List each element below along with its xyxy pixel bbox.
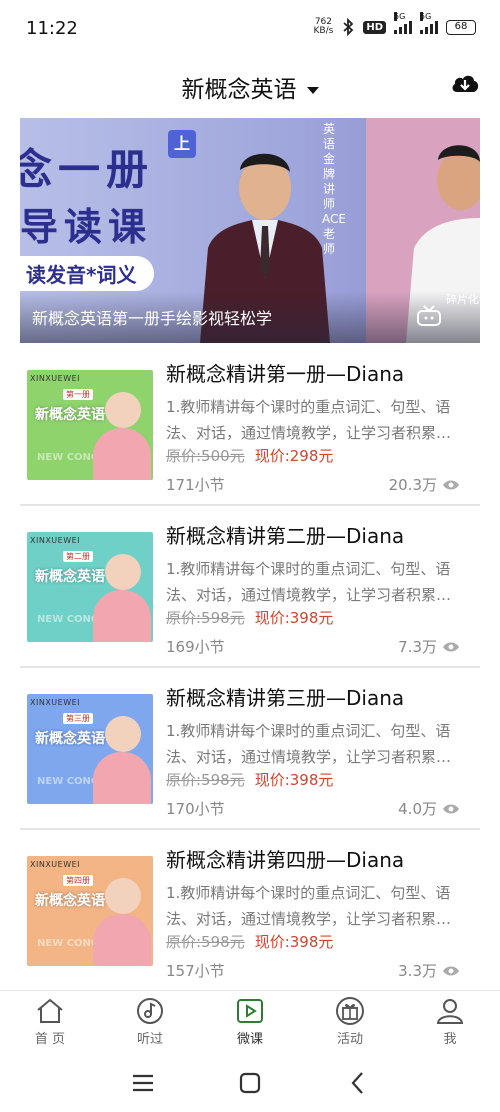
course-desc: 1.教师精讲每个课时的重点词汇、句型、语法、对话，通过情境教学，让学习者积累… [166, 398, 452, 442]
course-thumbnail: XINXUEWEI 第四册 新概念英语 NEW CONCEPT [27, 856, 153, 966]
course-item[interactable]: XINXUEWEI 第一册 新概念英语 NEW CONCEPT 新概念精讲第一册… [20, 344, 480, 506]
course-desc: 1.教师精讲每个课时的重点词汇、句型、语法、对话，通过情境教学，让学习者积累… [166, 884, 452, 928]
lesson-count: 157小节 [166, 962, 225, 980]
music-disc-icon [137, 998, 163, 1024]
price-row: 原价:598元 现价:398元 [166, 931, 333, 952]
hd-badge: HD [363, 20, 386, 34]
bottom-tab-bar: 首 页 听过 微课 活动 我 [0, 990, 500, 1052]
eye-icon [443, 966, 459, 975]
signal-icon: 5G [394, 12, 412, 34]
home-icon [37, 998, 63, 1023]
tv-icon [417, 305, 441, 326]
tab-micro-course[interactable]: 微课 [220, 997, 280, 1047]
tab-activity[interactable]: 活动 [320, 997, 380, 1047]
course-thumbnail: XINXUEWEI 第二册 新概念英语 NEW CONCEPT [27, 532, 153, 642]
video-play-icon [237, 999, 263, 1023]
course-desc: 1.教师精讲每个课时的重点词汇、句型、语法、对话，通过情境教学，让学习者积累… [166, 722, 452, 766]
person-icon [436, 999, 464, 1024]
banner-side-caption: 碎片化词 [446, 293, 480, 306]
eye-icon [443, 480, 459, 489]
banner-title-line1: 念一册 [20, 145, 155, 194]
back-icon[interactable] [345, 1070, 371, 1096]
view-count: 7.3万 [398, 636, 460, 657]
page-title: 新概念英语 [181, 77, 297, 103]
course-title: 新概念精讲第四册—Diana [166, 848, 405, 872]
status-icons: 762 KB/s HD 5G 5G 68 [313, 12, 476, 36]
status-bar: 11:22 762 KB/s HD 5G 5G 68 [0, 0, 500, 62]
original-price: 原价:598元 [166, 771, 245, 789]
teacher-avatar [105, 554, 141, 590]
course-title: 新概念精讲第一册—Diana [166, 362, 405, 386]
current-price: 现价:398元 [254, 933, 334, 951]
lesson-count: 171小节 [166, 476, 225, 494]
course-thumbnail: XINXUEWEI 第一册 新概念英语 NEW CONCEPT [27, 370, 153, 480]
app-header: 新概念英语 [0, 62, 500, 108]
eye-icon [443, 804, 459, 813]
tab-listened[interactable]: 听过 [120, 997, 180, 1047]
system-nav-bar [0, 1056, 500, 1112]
banner-caption: 新概念英语第一册手绘影视轻松学 [32, 309, 273, 328]
battery-icon: 68 [446, 19, 476, 35]
banner-vertical-text: 英语金牌讲师ACE老师 [322, 122, 346, 256]
original-price: 原价:598元 [166, 933, 245, 951]
current-price: 现价:298元 [254, 447, 334, 465]
course-list: XINXUEWEI 第一册 新概念英语 NEW CONCEPT 新概念精讲第一册… [20, 344, 480, 992]
lesson-count: 169小节 [166, 638, 225, 656]
course-item[interactable]: XINXUEWEI 第四册 新概念英语 NEW CONCEPT 新概念精讲第四册… [20, 830, 480, 992]
course-desc: 1.教师精讲每个课时的重点词汇、句型、语法、对话，通过情境教学，让学习者积累… [166, 560, 452, 604]
banner-title-line2: 导读课 [20, 205, 153, 249]
caret-down-icon [306, 87, 319, 94]
cloud-download-icon[interactable] [450, 70, 480, 98]
course-title: 新概念精讲第二册—Diana [166, 524, 405, 548]
net-speed: 762 KB/s [313, 17, 334, 36]
lesson-count: 170小节 [166, 800, 225, 818]
tab-home[interactable]: 首 页 [20, 997, 80, 1047]
promo-banner[interactable]: 念一册 上 导读课 读发音*词义 英语金牌讲师ACE老师 新概念英语第一册手绘影… [20, 118, 480, 343]
view-count: 4.0万 [398, 798, 460, 819]
original-price: 原价:500元 [166, 447, 245, 465]
tab-me[interactable]: 我 [420, 997, 480, 1047]
course-item[interactable]: XINXUEWEI 第二册 新概念英语 NEW CONCEPT 新概念精讲第二册… [20, 506, 480, 668]
bluetooth-icon [343, 18, 354, 36]
price-row: 原价:598元 现价:398元 [166, 769, 333, 790]
course-title: 新概念精讲第三册—Diana [166, 686, 405, 710]
original-price: 原价:598元 [166, 609, 245, 627]
gift-icon [336, 997, 364, 1025]
status-time: 11:22 [26, 18, 78, 39]
current-price: 现价:398元 [254, 609, 334, 627]
price-row: 原价:598元 现价:398元 [166, 607, 333, 628]
teacher-avatar [105, 878, 141, 914]
course-thumbnail: XINXUEWEI 第三册 新概念英语 NEW CONCEPT [27, 694, 153, 804]
price-row: 原价:500元 现价:298元 [166, 445, 333, 466]
home-button-icon[interactable] [237, 1070, 263, 1096]
view-count: 3.3万 [398, 960, 460, 981]
signal-icon: 5G [420, 12, 438, 34]
category-dropdown[interactable]: 新概念英语 [0, 70, 500, 104]
banner-tag: 读发音*词义 [20, 256, 155, 291]
view-count: 20.3万 [389, 474, 460, 495]
menu-icon[interactable] [130, 1070, 156, 1096]
eye-icon [443, 642, 459, 651]
current-price: 现价:398元 [254, 771, 334, 789]
teacher-avatar [105, 392, 141, 428]
course-item[interactable]: XINXUEWEI 第三册 新概念英语 NEW CONCEPT 新概念精讲第三册… [20, 668, 480, 830]
teacher-avatar [105, 716, 141, 752]
